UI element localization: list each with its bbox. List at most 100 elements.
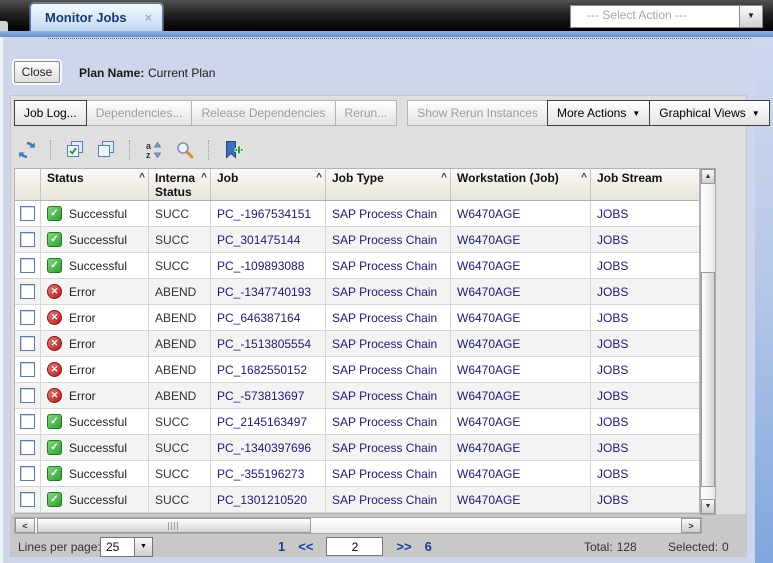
column-header-job-type[interactable]: Job Type^ [326,169,451,200]
page-number-input[interactable] [326,537,383,556]
monitor-jobs-window: Monitor Jobs × --- Select Action --- ▼ C… [0,0,773,563]
tab-close-icon[interactable]: × [145,10,153,25]
success-icon: ✓ [47,492,62,507]
action-button-release-dependencies: Release Dependencies [191,100,335,126]
job-link[interactable]: PC_301475144 [217,233,300,247]
action-button-rerun: Rerun... [335,100,398,126]
v-scroll-thumb[interactable] [701,272,715,487]
row-checkbox[interactable] [20,466,35,481]
h-scroll-track[interactable] [35,518,681,533]
column-header-job-stream[interactable]: Job Stream [591,169,699,200]
row-checkbox[interactable] [20,258,35,273]
action-button-graphical-views[interactable]: Graphical Views▼ [649,100,769,126]
success-icon: ✓ [47,440,62,455]
row-checkbox[interactable] [20,284,35,299]
job-link[interactable]: PC_1682550152 [217,363,307,377]
v-scroll-track[interactable] [701,184,715,499]
bookmark-add-icon[interactable] [220,137,246,163]
row-checkbox[interactable] [20,336,35,351]
job-link[interactable]: PC_-355196273 [217,467,304,481]
tab-monitor-jobs[interactable]: Monitor Jobs × [30,3,163,31]
internal-status-value: SUCC [155,207,189,221]
page-next-link[interactable]: >> [396,539,411,554]
status-cell: ✕Error [41,279,149,304]
page-first-link[interactable]: 1 [278,539,285,554]
job-link[interactable]: PC_2145163497 [217,415,307,429]
column-label: Status [47,171,138,185]
workstation-cell: W6470AGE [451,461,591,486]
page-prev-link[interactable]: << [298,539,313,554]
h-scroll-thumb[interactable] [37,518,311,533]
action-button-bar: Job Log...Dependencies...Release Depende… [14,100,770,126]
column-header-job[interactable]: Job^ [211,169,326,200]
job-link[interactable]: PC_-1340397696 [217,441,311,455]
select-all-icon[interactable] [62,137,88,163]
search-icon[interactable] [172,137,198,163]
button-label: Show Rerun Instances [417,106,538,120]
dropdown-arrow-icon[interactable]: ▼ [134,538,152,556]
scroll-up-button[interactable]: ▲ [701,169,715,184]
row-checkbox[interactable] [20,362,35,377]
status-label: Error [69,311,96,325]
cell-value: SAP Process Chain [332,337,437,351]
job-link[interactable]: PC_-109893088 [217,259,304,273]
dropdown-arrow-icon[interactable]: ▼ [739,6,762,27]
cell-value: SAP Process Chain [332,233,437,247]
internal-status-cell: ABEND [149,357,211,382]
sort-asc-icon: ^ [201,171,207,185]
internal-status-value: ABEND [155,389,196,403]
cell-value: JOBS [597,207,628,221]
workstation-cell: W6470AGE [451,409,591,434]
menu-arrow-icon: ▼ [632,109,640,118]
scroll-left-button[interactable]: < [15,518,35,533]
row-checkbox[interactable] [20,440,35,455]
cell-value: JOBS [597,493,628,507]
deselect-all-icon[interactable] [93,137,119,163]
checkbox-cell [15,279,41,304]
cell-value: JOBS [597,441,628,455]
job-link[interactable]: PC_-573813697 [217,389,304,403]
action-button-more-actions[interactable]: More Actions▼ [547,100,650,126]
row-checkbox[interactable] [20,388,35,403]
column-label: Workstation (Job) [457,171,580,185]
action-button-show-rerun-instances: Show Rerun Instances [407,100,548,126]
page-last-link[interactable]: 6 [425,539,432,554]
select-action-dropdown[interactable]: --- Select Action --- ▼ [570,5,763,28]
sort-asc-icon: ^ [316,171,322,185]
pagination: 1 << >> 6 [278,537,432,556]
selected-count: Selected: 0 [668,540,729,554]
table-row: ✓SuccessfulSUCCPC_-1967534151SAP Process… [15,201,699,227]
column-header-status[interactable]: Status^ [41,169,149,200]
column-header-internal-status[interactable]: InternaStatus^ [149,169,211,200]
job-link[interactable]: PC_646387164 [217,311,300,325]
row-checkbox[interactable] [20,310,35,325]
cell-value: W6470AGE [457,415,520,429]
job-link[interactable]: PC_-1967534151 [217,207,311,221]
lines-per-page-select[interactable]: 25 ▼ [100,537,153,557]
job-link[interactable]: PC_-1513805554 [217,337,311,351]
column-header-workstation-job[interactable]: Workstation (Job)^ [451,169,591,200]
row-checkbox[interactable] [20,414,35,429]
close-button[interactable]: Close [14,61,60,83]
scroll-right-button[interactable]: > [681,518,701,533]
horizontal-scrollbar[interactable]: < > [14,517,702,534]
workstation-cell: W6470AGE [451,435,591,460]
action-button-job-log[interactable]: Job Log... [14,100,87,126]
job-stream-cell: JOBS [591,305,699,330]
job-link[interactable]: PC_-1347740193 [217,285,311,299]
row-checkbox[interactable] [20,206,35,221]
row-checkbox[interactable] [20,232,35,247]
job-stream-cell: JOBS [591,279,699,304]
workstation-cell: W6470AGE [451,357,591,382]
internal-status-value: SUCC [155,415,189,429]
row-checkbox[interactable] [20,492,35,507]
refresh-icon[interactable] [14,137,40,163]
sort-icon[interactable]: az [141,137,167,163]
cell-value: W6470AGE [457,389,520,403]
job-link[interactable]: PC_1301210520 [217,493,307,507]
vertical-scrollbar[interactable]: ▲ ▼ [700,168,716,515]
cell-value: SAP Process Chain [332,311,437,325]
cell-value: SAP Process Chain [332,259,437,273]
scroll-down-button[interactable]: ▼ [701,499,715,514]
checkbox-cell [15,227,41,252]
